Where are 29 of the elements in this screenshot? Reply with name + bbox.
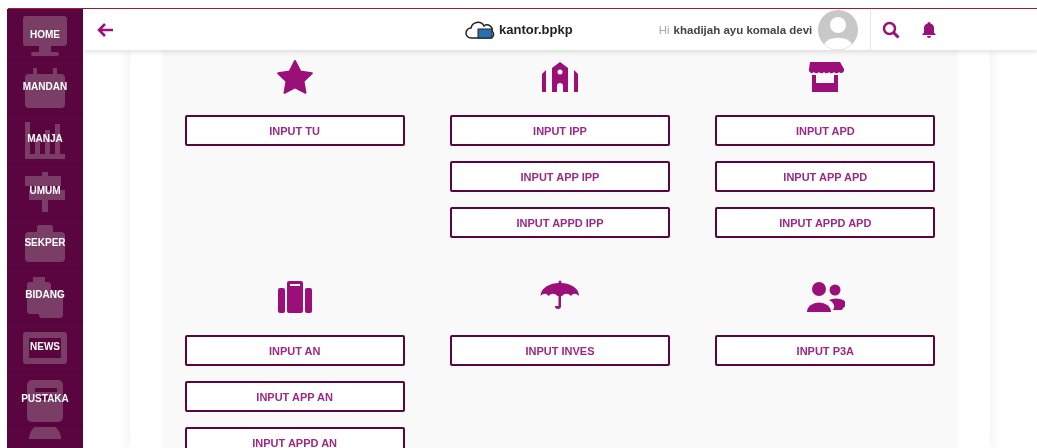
input-button[interactable]: INPUT APP IPP	[450, 161, 670, 192]
input-button[interactable]: INPUT TU	[184, 115, 405, 146]
input-button[interactable]: INPUT AN	[184, 335, 405, 366]
greeting-text: Hi	[658, 23, 670, 36]
logo-text: kantor.bpkp	[499, 22, 573, 37]
input-button[interactable]: INPUT APD	[715, 115, 936, 146]
input-button[interactable]: INPUT APP APD	[715, 161, 936, 192]
input-button[interactable]: INPUT IPP	[450, 115, 670, 146]
user-name: khadijah ayu komala devi	[673, 23, 813, 36]
sidebar-item[interactable]: NEWS	[7, 321, 83, 373]
sidebar-item[interactable]: BIDANG	[7, 269, 83, 321]
cloud-server-icon	[465, 19, 497, 40]
input-button[interactable]: INPUT P3A	[715, 335, 936, 366]
sidebar-item[interactable]: UMUM	[7, 165, 83, 217]
input-button[interactable]: INPUT APPD APD	[715, 207, 936, 238]
sidebar-item[interactable]: HOME	[7, 9, 83, 61]
input-button[interactable]: INPUT APPD IPP	[450, 207, 670, 238]
input-button[interactable]: INPUT APP AN	[184, 381, 405, 412]
back-button[interactable]	[97, 21, 115, 38]
monitor-icon	[21, 14, 69, 58]
input-button[interactable]: INPUT INVES	[450, 335, 670, 366]
sidebar-item[interactable]: SEKPER	[7, 217, 83, 269]
sidebar-item[interactable]: MANJA	[7, 113, 83, 165]
star-icon	[274, 58, 315, 95]
sidebar-item[interactable]: MANDAN	[7, 61, 83, 113]
search-button[interactable]	[882, 20, 901, 39]
notification-button[interactable]	[920, 20, 939, 39]
input-button[interactable]: INPUT APPD AN	[184, 427, 405, 448]
sidebar-item[interactable]: PUSTAKA	[7, 373, 83, 425]
